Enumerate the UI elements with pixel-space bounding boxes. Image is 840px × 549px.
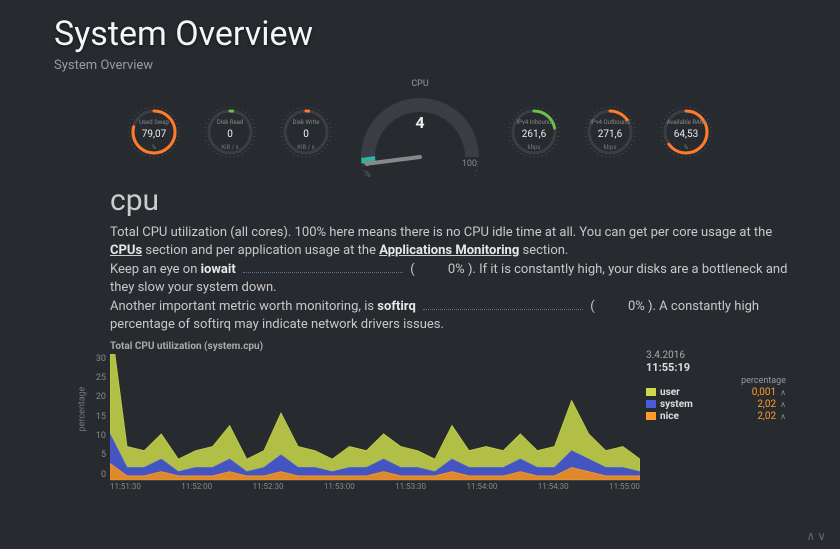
gauge-unit: kbps	[507, 144, 561, 151]
gauge-label: Available RAM	[659, 119, 713, 126]
gauge-unit: KiB / s	[203, 144, 257, 151]
gauge-max: 100	[462, 159, 477, 169]
chart-xticks: 11:51:3011:52:0011:52:3011:53:0011:53:30…	[110, 482, 640, 491]
chart-yticks: 302520151050	[90, 354, 106, 480]
gauge-cpu[interactable]: CPU 4 0 100 %	[355, 87, 485, 177]
chevron-up-icon[interactable]: ∧	[806, 529, 817, 543]
gauge-min: 0	[365, 159, 370, 169]
chart-ylabel: percentage	[77, 386, 87, 431]
section-cpu: cpu Total CPU utilization (all cores). 1…	[110, 183, 840, 494]
gauge-disk-read[interactable]: Disk Read 0 KiB / s	[203, 105, 257, 159]
gauge-label: IPv4 Inbound	[507, 119, 561, 126]
gauge-value: 0	[203, 129, 257, 140]
chart-cpu-utilization: Total CPU utilization (system.cpu) perce…	[110, 341, 840, 494]
text: Keep an eye on	[110, 262, 201, 277]
gauge-value: 0	[279, 129, 333, 140]
legend-name: nice	[660, 411, 679, 422]
gauge-unit: KiB / s	[279, 144, 333, 151]
legend-swatch	[646, 412, 656, 420]
gauge-unit: %	[365, 170, 371, 179]
gauge-value: 271,6	[583, 129, 637, 140]
gauge-label: Disk Read	[203, 119, 257, 126]
legend-value: 2,02	[757, 399, 776, 410]
page-title: System Overview	[54, 14, 840, 54]
text: (	[590, 299, 598, 314]
text: Another important metric worth monitorin…	[110, 299, 377, 314]
legend-row[interactable]: user 0,001 ∧	[646, 387, 786, 398]
chevron-down-icon[interactable]: ∨	[817, 529, 828, 543]
sparkline-softirq[interactable]	[423, 299, 583, 310]
legend-swatch	[646, 400, 656, 408]
gauge-value: 79,07	[127, 129, 181, 140]
gauge-ipv4-in[interactable]: IPv4 Inbound 261,6 kbps	[507, 105, 561, 159]
gauge-disk-write[interactable]: Disk Write 0 KiB / s	[279, 105, 333, 159]
legend-header: percentage	[646, 376, 786, 386]
gauge-value: 4	[355, 113, 485, 132]
chevron-up-icon: ∧	[780, 412, 786, 421]
gauge-label: Disk Write	[279, 119, 333, 126]
legend-name: system	[660, 399, 693, 410]
metric-iowait: iowait	[201, 262, 236, 277]
metric-softirq: softirq	[377, 299, 415, 314]
gauge-used-swap[interactable]: Used Swap 79,07 %	[127, 105, 181, 159]
legend-row[interactable]: nice 2,02 ∧	[646, 411, 786, 422]
legend-date: 3.4.2016	[646, 350, 786, 361]
gauges-row: Used Swap 79,07 % Disk Read 0 KiB / s Di…	[0, 87, 840, 177]
legend-swatch	[646, 388, 656, 396]
gauge-label: IPv4 Outbound	[583, 119, 637, 126]
metric-softirq-pct: 0%	[628, 299, 645, 314]
gauge-unit: %	[659, 144, 713, 151]
page-subtitle: System Overview	[54, 58, 840, 73]
text: section.	[523, 243, 569, 258]
gauge-unit: %	[127, 144, 181, 151]
link-cpus[interactable]: CPUs	[110, 243, 142, 258]
gauge-label: CPU	[355, 79, 485, 89]
gauge-value: 261,6	[507, 129, 561, 140]
legend-time: 11:55:19	[646, 361, 786, 374]
legend-value: 0,001	[752, 387, 776, 398]
gauge-ram[interactable]: Available RAM 64,53 %	[659, 105, 713, 159]
text: Total CPU utilization (all cores). 100% …	[110, 225, 772, 240]
scroll-nav[interactable]: ∧∨	[806, 529, 828, 543]
sparkline-iowait[interactable]	[243, 262, 403, 273]
chart-plot[interactable]	[110, 354, 640, 481]
gauge-value: 64,53	[659, 129, 713, 140]
text: (	[410, 262, 418, 277]
gauge-unit: kbps	[583, 144, 637, 151]
gauge-label: Used Swap	[127, 119, 181, 126]
legend-row[interactable]: system 2,02 ∧	[646, 399, 786, 410]
metric-iowait-pct: 0%	[448, 262, 465, 277]
chevron-up-icon: ∧	[780, 388, 786, 397]
chevron-up-icon: ∧	[780, 400, 786, 409]
text: section and per application usage at the	[145, 243, 379, 258]
link-app-monitoring[interactable]: Applications Monitoring	[379, 243, 519, 258]
section-title: cpu	[110, 183, 840, 218]
legend-value: 2,02	[757, 411, 776, 422]
legend-name: user	[660, 387, 680, 398]
section-description: Total CPU utilization (all cores). 100% …	[110, 224, 790, 335]
gauge-ipv4-out[interactable]: IPv4 Outbound 271,6 kbps	[583, 105, 637, 159]
chart-legend: 3.4.2016 11:55:19 percentage user 0,001 …	[646, 350, 786, 422]
